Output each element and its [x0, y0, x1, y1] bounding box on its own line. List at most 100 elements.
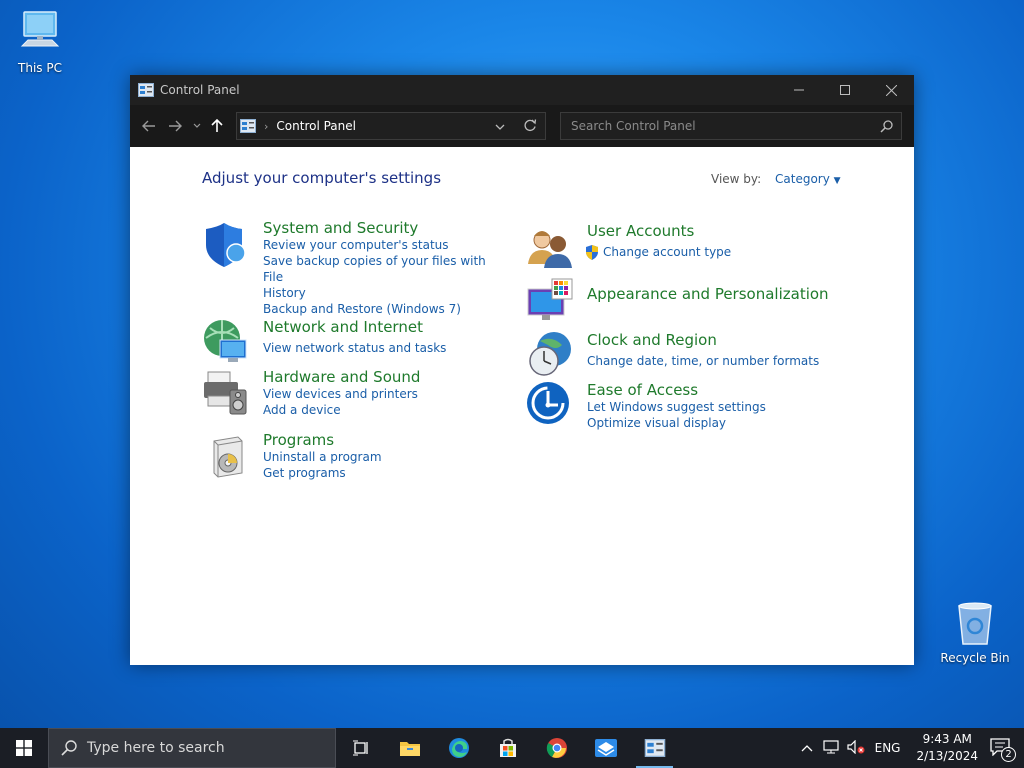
category-hardware-sound: Hardware and Sound View devices and prin… [202, 368, 502, 418]
title-bar[interactable]: Control Panel [130, 75, 914, 105]
folder-icon [399, 742, 420, 756]
category-title[interactable]: User Accounts [587, 222, 846, 240]
app-button[interactable] [581, 728, 630, 768]
arrow-up-icon [211, 119, 223, 132]
link-optimize-display[interactable]: Optimize visual display [587, 415, 846, 431]
control-panel-icon [138, 83, 154, 97]
search-box[interactable] [560, 112, 902, 140]
task-view-button[interactable] [336, 728, 385, 768]
link-date-time-formats[interactable]: Change date, time, or number formats [587, 353, 846, 369]
chevron-right-icon: › [264, 119, 269, 133]
control-panel-content: Adjust your computer's settings View by:… [130, 147, 914, 665]
link-change-account-type[interactable]: Change account type [586, 244, 846, 260]
view-by-dropdown[interactable]: Category ▼ [775, 172, 841, 186]
link-get-programs[interactable]: Get programs [263, 465, 502, 481]
network-status-button[interactable] [823, 739, 839, 757]
refresh-button[interactable] [524, 119, 537, 135]
breadcrumb-control-panel[interactable]: Control Panel [276, 119, 356, 133]
page-title: Adjust your computer's settings [202, 169, 442, 187]
taskbar: Type here to search ENG 9:43 AM 2/13/202… [0, 728, 1024, 768]
link-network-status[interactable]: View network status and tasks [263, 340, 502, 356]
minimize-button[interactable] [776, 75, 822, 105]
category-user-accounts: User Accounts Change account type [526, 222, 846, 268]
close-button[interactable] [868, 75, 914, 105]
show-hidden-icons-button[interactable] [801, 741, 813, 755]
address-field[interactable]: › Control Panel [236, 112, 546, 140]
view-by-label: View by: [711, 172, 762, 186]
category-title[interactable]: System and Security [263, 219, 502, 237]
task-view-icon [352, 740, 368, 756]
link-devices-printers[interactable]: View devices and printers [263, 386, 502, 402]
link-add-device[interactable]: Add a device [263, 402, 502, 418]
link-review-status[interactable]: Review your computer's status [263, 237, 502, 253]
file-explorer-button[interactable] [385, 728, 434, 768]
forward-button[interactable] [162, 112, 188, 140]
chrome-button[interactable] [532, 728, 581, 768]
printer-speaker-icon[interactable] [202, 368, 250, 416]
category-network-internet: Network and Internet View network status… [202, 318, 502, 362]
chevron-down-icon [495, 124, 505, 130]
address-dropdown-button[interactable] [495, 120, 505, 134]
category-programs: Programs Uninstall a program Get program… [202, 431, 502, 481]
maximize-icon [840, 85, 850, 95]
appearance-icon[interactable] [526, 277, 574, 325]
notification-badge: 2 [1001, 746, 1016, 762]
category-clock-region: Clock and Region Change date, time, or n… [526, 331, 846, 376]
category-title[interactable]: Ease of Access [587, 381, 846, 399]
view-by-value: Category [775, 172, 830, 186]
ease-of-access-icon[interactable] [526, 381, 574, 429]
link-backup-restore[interactable]: Backup and Restore (Windows 7) [263, 301, 502, 317]
edge-browser-button[interactable] [434, 728, 483, 768]
microsoft-store-button[interactable] [483, 728, 532, 768]
desktop-icon-label: Recycle Bin [940, 651, 1010, 665]
close-icon [885, 84, 897, 96]
category-title[interactable]: Clock and Region [587, 331, 846, 349]
notifications-button[interactable]: 2 [990, 737, 1016, 762]
chevron-down-icon [193, 123, 201, 128]
windows-logo-icon [16, 740, 32, 756]
desktop-icon-this-pc[interactable]: This PC [0, 8, 80, 75]
category-title[interactable]: Programs [263, 431, 502, 449]
link-suggest-settings[interactable]: Let Windows suggest settings [587, 399, 846, 415]
clock[interactable]: 9:43 AM 2/13/2024 [916, 731, 978, 765]
desktop-icon-recycle-bin[interactable]: Recycle Bin [935, 600, 1015, 665]
control-panel-taskbar-button[interactable] [630, 728, 679, 768]
category-title[interactable]: Network and Internet [263, 318, 502, 336]
maximize-button[interactable] [822, 75, 868, 105]
start-button[interactable] [0, 728, 48, 768]
link-text: Change account type [603, 245, 732, 259]
back-button[interactable] [136, 112, 162, 140]
chrome-icon [546, 738, 567, 758]
search-icon[interactable] [880, 119, 893, 133]
programs-icon[interactable] [202, 433, 250, 481]
taskbar-search-box[interactable]: Type here to search [48, 728, 336, 768]
control-panel-window: Control Panel › Control Panel Search Con… [130, 75, 914, 665]
category-title[interactable]: Hardware and Sound [263, 368, 502, 386]
shield-icon[interactable] [202, 221, 250, 269]
window-title: Control Panel [160, 83, 240, 97]
clock-globe-icon[interactable] [526, 331, 574, 379]
up-button[interactable] [206, 112, 228, 140]
system-tray: ENG 9:43 AM 2/13/2024 2 [801, 728, 1024, 768]
category-title[interactable]: Appearance and Personalization [587, 285, 846, 303]
search-input[interactable] [569, 118, 880, 134]
link-uninstall-program[interactable]: Uninstall a program [263, 449, 502, 465]
volume-button[interactable] [847, 739, 865, 757]
network-icon[interactable] [202, 318, 250, 366]
input-language[interactable]: ENG [875, 741, 901, 755]
link-save-backup-cont[interactable]: History [263, 285, 502, 301]
category-appearance: Appearance and Personalization [526, 277, 846, 320]
user-accounts-icon[interactable] [526, 224, 574, 272]
recycle-bin-icon [958, 602, 992, 645]
arrow-left-icon [142, 120, 155, 132]
search-icon [61, 740, 77, 756]
app-window-icon [594, 739, 617, 757]
clock-time: 9:43 AM [922, 732, 972, 746]
refresh-icon [524, 119, 537, 132]
link-save-backup[interactable]: Save backup copies of your files with Fi… [263, 253, 502, 285]
recent-locations-button[interactable] [188, 112, 206, 140]
view-by: View by: Category ▼ [711, 172, 841, 186]
address-bar-row: › Control Panel [130, 105, 914, 147]
desktop-icon-label: This PC [18, 61, 62, 75]
category-ease-of-access: Ease of Access Let Windows suggest setti… [526, 381, 846, 431]
